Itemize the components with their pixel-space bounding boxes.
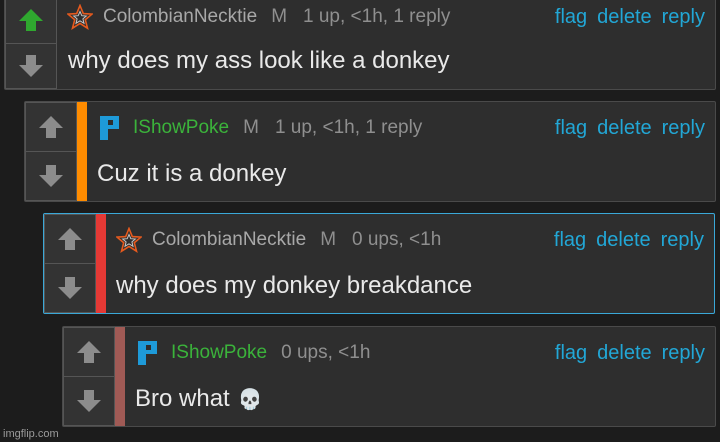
comment-meta[interactable]: 0 ups, <1h xyxy=(281,342,370,364)
upvote-arrow-icon xyxy=(77,341,101,363)
vote-column xyxy=(25,102,77,201)
comment-1: ColombianNecktie M 1 up, <1h, 1 reply fl… xyxy=(4,0,716,90)
downvote-button[interactable] xyxy=(5,43,57,89)
comment-text: why does my donkey breakdance xyxy=(116,272,473,299)
reply-link[interactable]: reply xyxy=(661,229,704,252)
flag-link[interactable]: flag xyxy=(555,6,587,29)
upvote-arrow-icon xyxy=(19,9,43,32)
gender-badge: M xyxy=(271,6,288,27)
vote-column xyxy=(63,327,115,426)
blue-p-icon xyxy=(135,340,161,366)
star-outline-icon xyxy=(116,227,142,253)
vote-column xyxy=(5,0,57,89)
downvote-arrow-icon xyxy=(58,277,82,299)
reply-link[interactable]: reply xyxy=(662,117,705,140)
downvote-button[interactable] xyxy=(44,264,96,313)
comment-meta[interactable]: 1 up, <1h, 1 reply xyxy=(303,6,450,28)
upvote-arrow-icon xyxy=(39,116,63,138)
watermark: imgflip.com xyxy=(3,428,59,440)
upvote-arrow-icon xyxy=(58,228,82,250)
gender-badge: M xyxy=(320,229,337,250)
skull-emoji: 💀 xyxy=(237,389,263,411)
gender-badge: M xyxy=(243,117,259,138)
flag-link[interactable]: flag xyxy=(554,229,586,252)
username[interactable]: ColombianNecktie xyxy=(152,229,306,251)
comment-actions: flag delete reply xyxy=(555,339,705,367)
username[interactable]: IShowPoke xyxy=(133,117,229,139)
downvote-button[interactable] xyxy=(25,152,77,201)
upvote-button[interactable] xyxy=(63,327,115,377)
comment-3: ColombianNecktie M 0 ups, <1h flag delet… xyxy=(43,213,715,314)
star-outline-icon xyxy=(67,4,93,30)
reply-link[interactable]: reply xyxy=(662,6,705,29)
flag-link[interactable]: flag xyxy=(555,117,587,140)
username[interactable]: ColombianNecktie xyxy=(103,6,257,28)
comment-text: Bro what 💀 xyxy=(135,385,703,413)
blue-p-icon xyxy=(97,115,123,141)
flag-link[interactable]: flag xyxy=(555,342,587,365)
comment-meta[interactable]: 1 up, <1h, 1 reply xyxy=(275,117,422,139)
comment-actions: flag delete reply xyxy=(555,114,705,142)
comment-2: IShowPoke M 1 up, <1h, 1 reply flag dele… xyxy=(24,101,716,202)
comment-text: Cuz it is a donkey xyxy=(97,160,287,187)
delete-link[interactable]: delete xyxy=(597,6,652,29)
comment-text-content: Bro what xyxy=(135,385,230,412)
downvote-arrow-icon xyxy=(39,165,63,187)
username[interactable]: IShowPoke xyxy=(171,342,267,364)
downvote-arrow-icon xyxy=(77,390,101,412)
comment-text: why does my ass look like a donkey xyxy=(68,47,450,74)
comment-meta[interactable]: 0 ups, <1h xyxy=(352,229,441,251)
upvote-button[interactable] xyxy=(5,0,57,44)
delete-link[interactable]: delete xyxy=(597,117,652,140)
depth-stripe xyxy=(115,327,125,426)
downvote-button[interactable] xyxy=(63,377,115,426)
downvote-arrow-icon xyxy=(19,54,43,77)
upvote-button[interactable] xyxy=(25,102,77,152)
comment-actions: flag delete reply xyxy=(555,3,705,31)
delete-link[interactable]: delete xyxy=(597,342,652,365)
upvote-button[interactable] xyxy=(44,214,96,264)
delete-link[interactable]: delete xyxy=(596,229,651,252)
comment-4: IShowPoke 0 ups, <1h flag delete reply B… xyxy=(62,326,716,427)
depth-stripe xyxy=(96,214,106,313)
vote-column xyxy=(44,214,96,313)
comment-actions: flag delete reply xyxy=(554,226,704,254)
reply-link[interactable]: reply xyxy=(662,342,705,365)
depth-stripe xyxy=(77,102,87,201)
